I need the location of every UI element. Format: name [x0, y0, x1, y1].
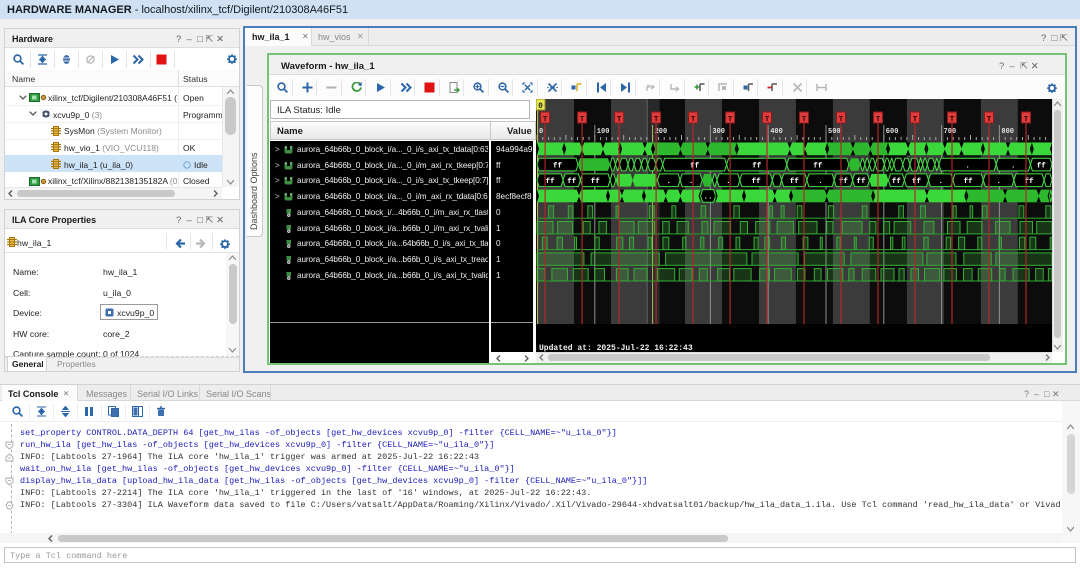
svg-text:ff: ff [690, 162, 700, 170]
svg-text:T: T [1024, 116, 1029, 124]
svg-text:T: T [765, 116, 770, 124]
svg-text:T: T [987, 116, 992, 124]
svg-text:..: .. [704, 194, 713, 202]
svg-text:T: T [580, 116, 585, 124]
svg-text:.: . [818, 178, 823, 186]
svg-text:ff: ff [912, 178, 922, 186]
svg-text:100: 100 [597, 128, 610, 136]
svg-text:ff: ff [752, 162, 762, 170]
svg-text:700: 700 [944, 128, 957, 136]
svg-text:Updated at: 2025-Jul-22 16:22:: Updated at: 2025-Jul-22 16:22:43 [539, 344, 693, 352]
svg-text:T: T [913, 116, 918, 124]
svg-text:T: T [543, 116, 548, 124]
svg-text:600: 600 [886, 128, 899, 136]
svg-text:T: T [617, 116, 622, 124]
svg-text:ff: ff [839, 178, 849, 186]
svg-text:ff: ff [813, 162, 823, 170]
svg-text:300: 300 [712, 128, 725, 136]
svg-text:800: 800 [1001, 128, 1014, 136]
svg-text:.: . [965, 162, 970, 170]
svg-text:T: T [839, 116, 844, 124]
svg-text:ff: ff [892, 178, 902, 186]
svg-text:500: 500 [828, 128, 841, 136]
svg-text:ff: ff [964, 178, 974, 186]
svg-text:0: 0 [538, 102, 543, 111]
svg-text:T: T [802, 116, 807, 124]
svg-text:ff: ff [790, 178, 800, 186]
svg-text:ff: ff [567, 178, 577, 186]
svg-text:.: . [996, 178, 1001, 186]
svg-text:400: 400 [770, 128, 783, 136]
svg-text:T: T [728, 116, 733, 124]
svg-text:ff: ff [856, 178, 866, 186]
svg-text:ff: ff [752, 178, 762, 186]
svg-text:ff: ff [546, 178, 556, 186]
svg-text:T: T [876, 116, 881, 124]
svg-text:ff: ff [1037, 162, 1047, 170]
svg-text:T: T [691, 116, 696, 124]
svg-text:.: . [1011, 162, 1016, 170]
svg-text:0: 0 [539, 128, 543, 136]
svg-text:ff: ff [591, 178, 601, 186]
svg-text:.: . [938, 178, 943, 186]
svg-text:ff: ff [553, 162, 563, 170]
svg-text:T: T [654, 116, 659, 124]
svg-text:.: . [667, 178, 672, 186]
svg-text:T: T [950, 116, 955, 124]
